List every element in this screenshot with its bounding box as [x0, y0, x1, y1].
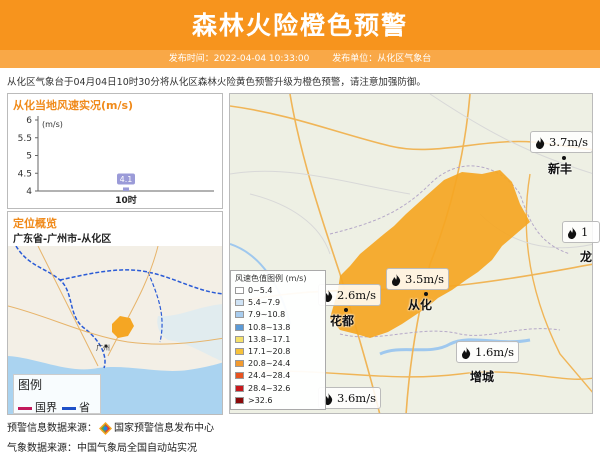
y-tick-label: 5.5	[18, 134, 32, 144]
wind-legend-label: 10.8~13.8	[248, 322, 291, 332]
wind-legend-label: 20.8~24.4	[248, 359, 291, 369]
fire-icon	[392, 274, 401, 286]
place-huadu: 花都	[330, 314, 355, 328]
wind-legend-swatch	[235, 396, 244, 404]
legend-provincial-border: 省界	[62, 399, 100, 414]
wind-legend-label: 17.1~20.8	[248, 347, 291, 356]
station-value: 3.6m/s	[337, 391, 376, 405]
y-tick-label: 4.5	[18, 169, 32, 179]
location-name: 广东省-广州市-从化区	[13, 234, 112, 245]
wind-legend-label: 5.4~7.9	[248, 298, 281, 308]
wind-legend-swatch	[235, 287, 244, 294]
wind-speed-bar[interactable]	[123, 187, 129, 191]
map-legend: 图例 国界 省界	[13, 374, 101, 414]
header-meta: 发布时间：2022-04-04 10:33:00 发布单位：从化区气象台	[0, 50, 600, 68]
guangzhou-label: 广州	[96, 343, 110, 352]
station-value: 3.5m/s	[405, 272, 444, 286]
legend-national-border: 国界	[18, 399, 57, 414]
wind-legend-swatch	[235, 384, 244, 392]
location-panel: 定位概览 广东省-广州市-从化区 广州 图例 国界 省界	[7, 211, 223, 415]
location-title: 定位概览	[13, 217, 57, 230]
data-label: 4.1	[120, 175, 133, 184]
wind-legend-item: 20.8~24.4	[235, 359, 290, 368]
wind-legend-swatch	[235, 323, 244, 331]
y-tick-label: 4	[26, 187, 32, 197]
wind-legend-item: 17.1~20.8	[235, 347, 290, 356]
wind-legend-item: 28.4~32.6	[235, 384, 290, 393]
wind-legend-item: 0~5.4	[235, 286, 273, 295]
wind-legend-item: 7.9~10.8	[235, 310, 285, 319]
wind-legend-label: >32.6	[248, 395, 273, 405]
wind-legend-item: 10.8~13.8	[235, 323, 290, 332]
wind-color-legend: 风速色值图例 (m/s) 0~5.4 5.4~7.9 7.9~10.8 10.8~13…	[230, 270, 326, 410]
warning-center-logo-icon	[99, 421, 112, 435]
warning-source: 预警信息数据来源： 国家预警信息发布中心	[7, 419, 214, 435]
station-zengcheng[interactable]: 1.6m/s	[456, 341, 519, 363]
publish-time: 发布时间：2022-04-04 10:33:00	[168, 54, 310, 64]
wind-legend-swatch	[235, 311, 244, 319]
wind-legend-swatch	[235, 372, 244, 380]
wind-legend-label: 0~5.4	[248, 286, 273, 295]
wind-legend-swatch	[235, 360, 244, 368]
station-value: 1	[581, 225, 589, 239]
y-axis-unit: (m/s)	[42, 120, 63, 129]
station-value: 1.6m/s	[475, 345, 514, 359]
publisher: 发布单位：从化区气象台	[332, 54, 432, 64]
fire-icon	[462, 347, 471, 359]
place-zengcheng: 增城	[470, 370, 495, 384]
wind-legend-item: 24.4~28.4	[235, 371, 290, 380]
y-tick-label: 5	[26, 152, 32, 162]
wind-legend-label: 28.4~32.6	[248, 383, 291, 393]
station-value: 2.6m/s	[337, 288, 376, 302]
weather-source: 气象数据来源：中国气象局全国自动站实况	[7, 443, 197, 454]
place-long: 龙	[580, 250, 593, 264]
place-conghua: 从化	[408, 298, 433, 312]
wind-legend-label: 7.9~10.8	[248, 310, 286, 320]
warning-source-label: 预警信息数据来源：	[7, 423, 97, 434]
wind-legend-swatch	[235, 348, 244, 355]
station-baiyun[interactable]: 3.6m/s	[318, 387, 381, 409]
legend-title: 图例	[18, 378, 43, 392]
fire-icon	[536, 137, 545, 149]
wind-legend-item: 13.8~17.1	[235, 335, 290, 344]
station-huadu[interactable]: 2.6m/s	[318, 284, 381, 306]
wind-legend-label: 13.8~17.1	[248, 334, 291, 344]
header-banner: 森林火险橙色预警 发布时间：2022-04-04 10:33:00 发布单位：从…	[0, 0, 600, 68]
wind-speed-panel: 从化当地风速实况(m/s) 6 5.5 5 4.5 4 (m/s) 4.1 10时	[7, 93, 223, 209]
wind-legend-label: 24.4~28.4	[248, 371, 291, 381]
page-title: 森林火险橙色预警	[191, 11, 408, 40]
wind-speed-chart: 6 5.5 5 4.5 4 (m/s) 4.1 10时	[18, 116, 214, 206]
station-longmen[interactable]: 1	[562, 221, 600, 243]
station-value: 3.7m/s	[549, 135, 588, 149]
fire-icon	[568, 227, 577, 239]
wind-legend-swatch	[235, 299, 244, 307]
wind-legend-item: 5.4~7.9	[235, 298, 280, 307]
warning-source-name[interactable]: 国家预警信息发布中心	[114, 423, 214, 434]
wind-legend-swatch	[235, 335, 244, 343]
wind-legend-title: 风速色值图例 (m/s)	[235, 274, 307, 283]
place-xinfeng: 新丰	[548, 162, 573, 176]
station-conghua[interactable]: 3.5m/s	[386, 268, 449, 290]
y-tick-label: 6	[26, 116, 32, 126]
warning-notice: 从化区气象台于04月04日10时30分将从化区森林火险黄色预警升级为橙色预警，请…	[7, 77, 426, 88]
wind-legend-item: >32.6	[235, 396, 273, 405]
station-xinfeng[interactable]: 3.7m/s	[530, 131, 593, 153]
x-tick-label: 10时	[115, 194, 137, 206]
